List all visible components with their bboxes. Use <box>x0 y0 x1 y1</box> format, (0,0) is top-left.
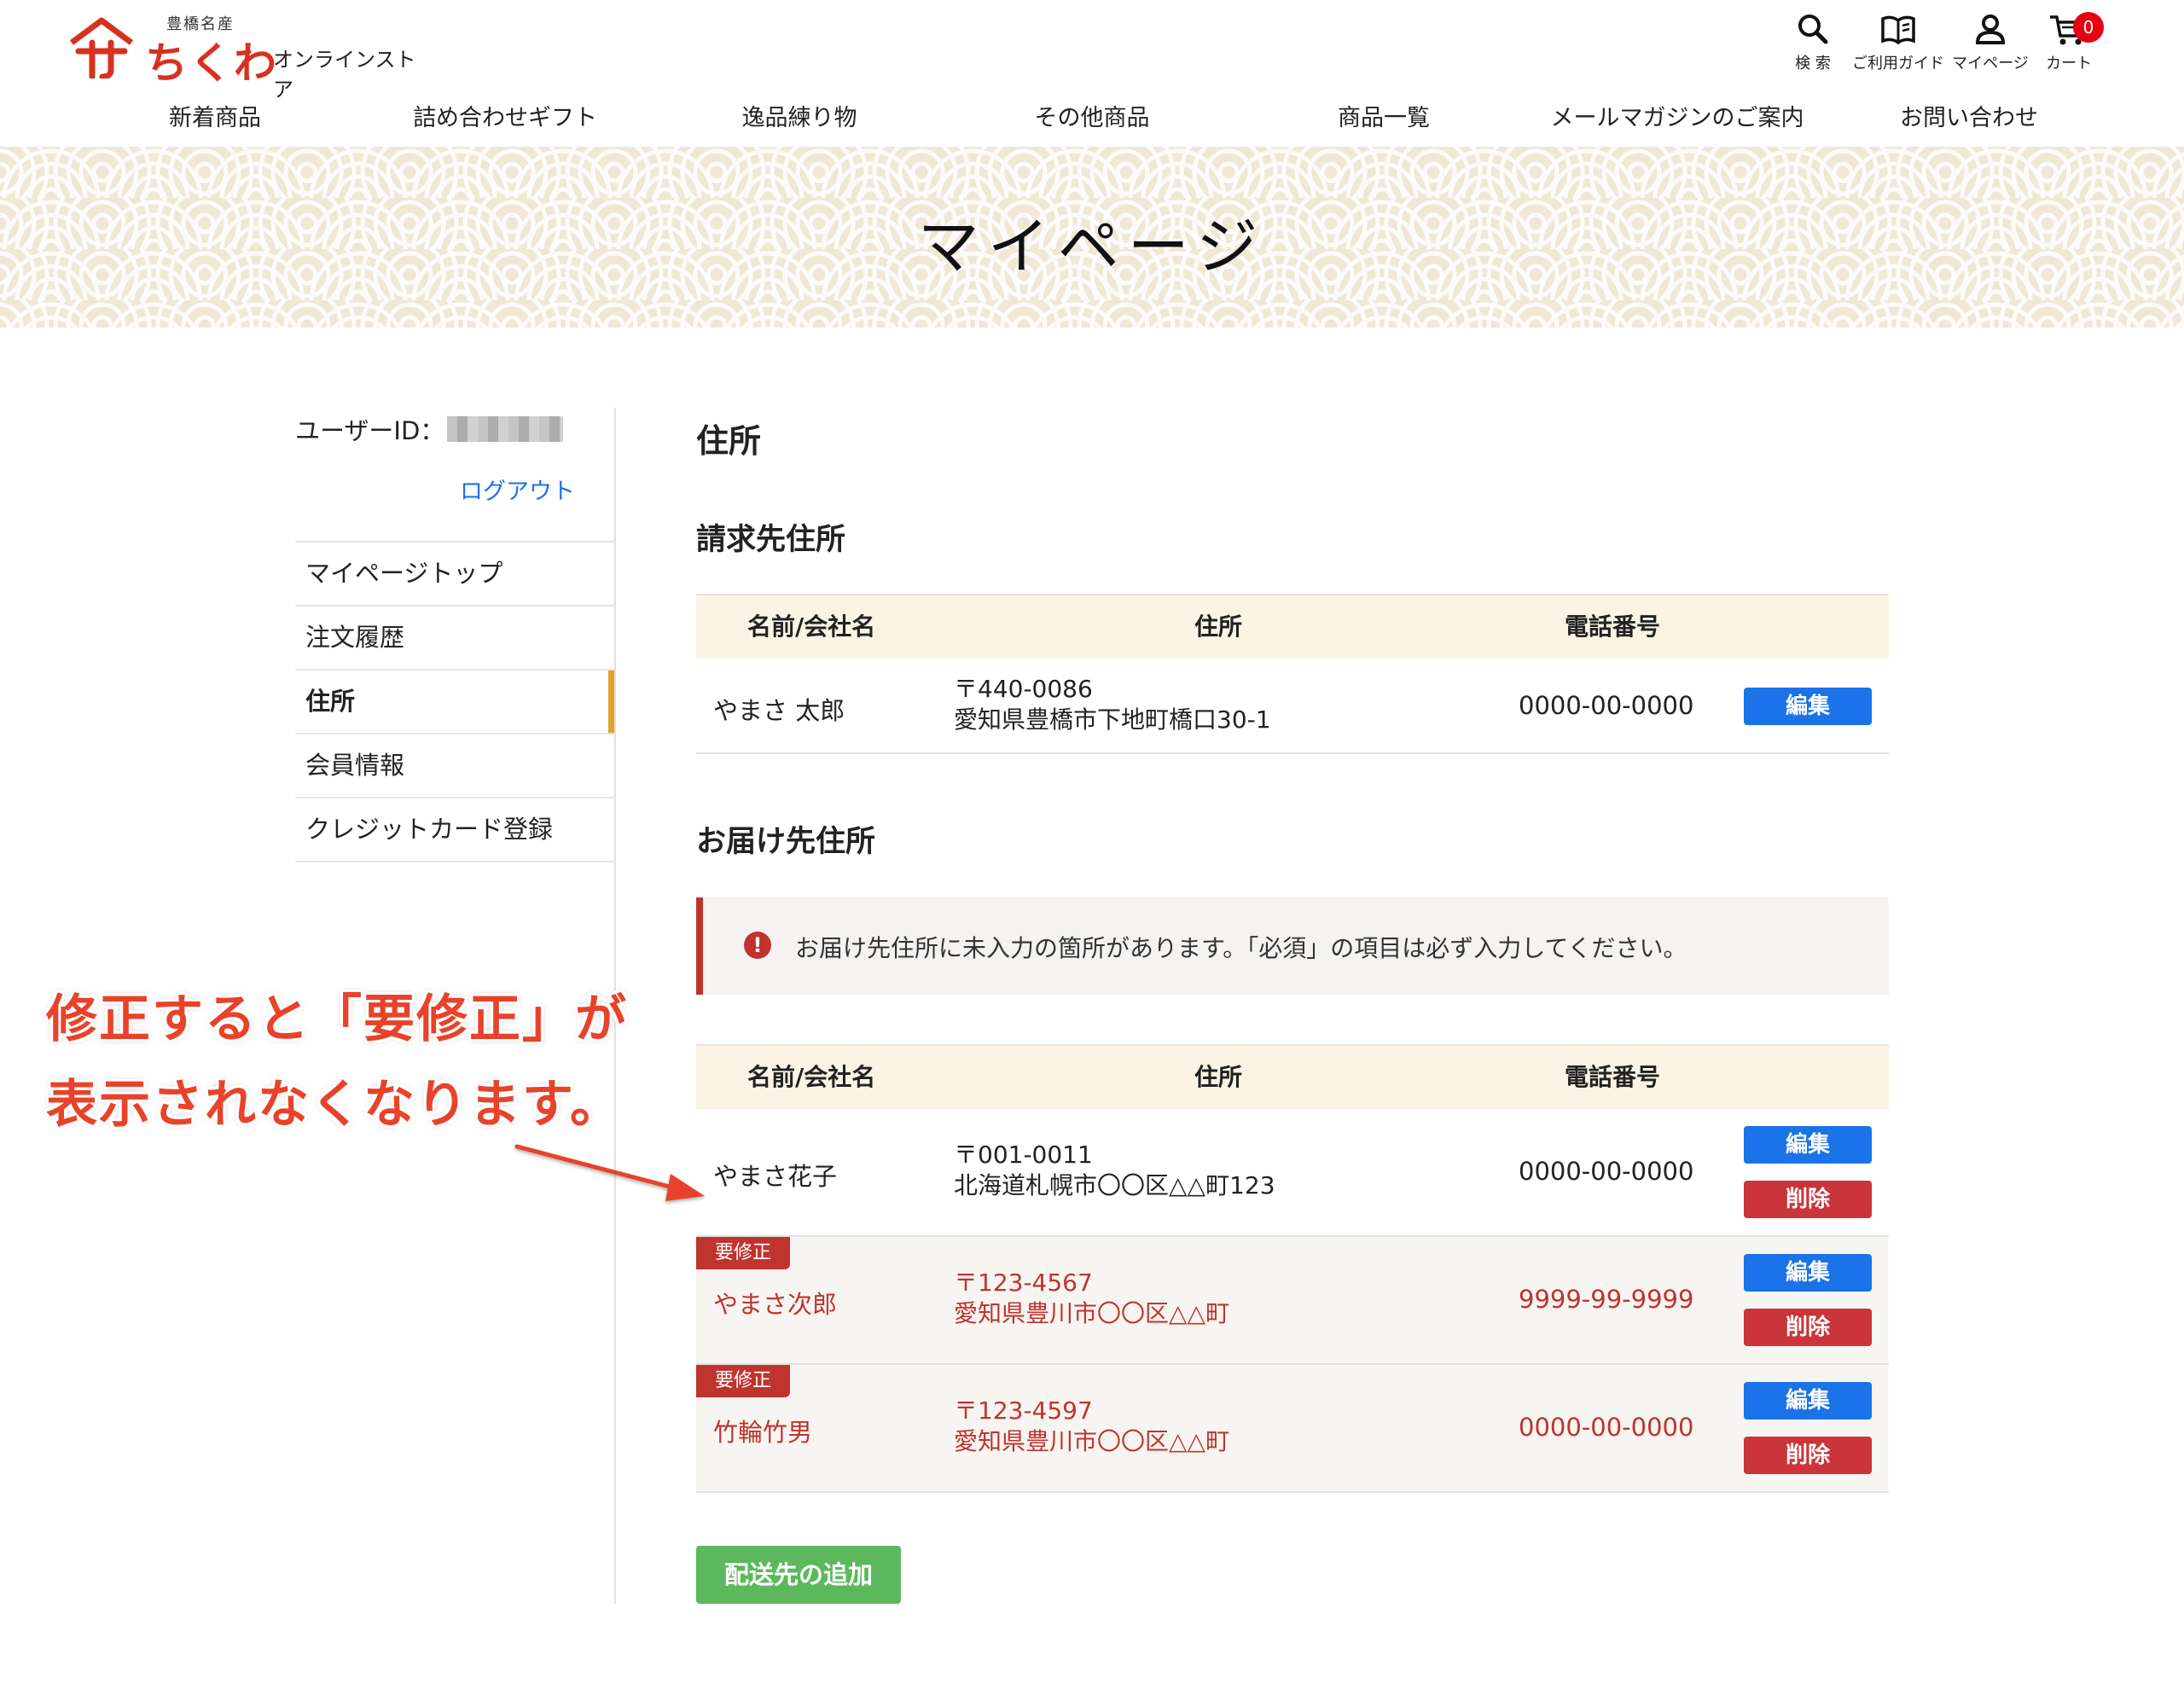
nav-gift-sets[interactable]: 詰め合わせギフト <box>358 99 652 132</box>
col-name: 名前/会社名 <box>747 613 876 641</box>
header-utilities: 検 索 ご利用ガイド マイページ 0 カート <box>1766 12 2124 80</box>
col-address: 住所 <box>1194 1063 1243 1091</box>
sidebar-item-order-history[interactable]: 注文履歴 <box>295 607 614 671</box>
shipping-address: 〒123-4567 愛知県豊川市〇〇区△△町 <box>954 1268 1229 1329</box>
shipping-name: 竹輪竹男 <box>713 1418 813 1447</box>
billing-row: やまさ 太郎 〒440-0086 愛知県豊橋市下地町橋口30-1 0000-00… <box>696 659 1889 754</box>
logo-wordmark: ちくわ <box>145 38 278 88</box>
site-header: 豊橋名産 ちくわ オンラインストア 検 索 ご利用ガイド マイページ 0 カート… <box>0 0 2184 147</box>
add-shipping-address-button[interactable]: 配送先の追加 <box>696 1546 901 1604</box>
page-banner: マイページ <box>0 147 2184 328</box>
alert-message: お届け先住所に未入力の箇所があります。「必須」の項目は必ず入力してください。 <box>795 934 1687 962</box>
shipping-address: 〒123-4597 愛知県豊川市〇〇区△△町 <box>954 1396 1229 1457</box>
guide-label: ご利用ガイド <box>1852 55 1944 73</box>
shipping-tel: 0000-00-0000 <box>1519 1157 1694 1186</box>
book-icon <box>1881 15 1915 45</box>
guide-button[interactable]: ご利用ガイド <box>1851 12 1945 73</box>
sidebar-item-address[interactable]: 住所 <box>295 671 614 734</box>
shipping-tel: 0000-00-0000 <box>1519 1413 1694 1442</box>
shipping-edit-button[interactable]: 編集 <box>1744 1254 1872 1292</box>
shipping-zip: 〒123-4567 <box>954 1269 1093 1297</box>
page-title: マイページ <box>917 211 1267 282</box>
nav-all-items[interactable]: 商品一覧 <box>1237 99 1531 132</box>
shipping-row: やまさ花子 〒001-0011 北海道札幌市〇〇区△△町123 0000-00-… <box>696 1109 1889 1237</box>
nav-premium[interactable]: 逸品練り物 <box>653 99 946 132</box>
shipping-delete-button[interactable]: 削除 <box>1744 1181 1872 1218</box>
userid-redacted <box>447 416 563 442</box>
billing-heading: 請求先住所 <box>696 523 846 557</box>
shipping-name: やまさ次郎 <box>713 1290 838 1319</box>
nav-newsletter[interactable]: メールマガジンのご案内 <box>1531 99 1824 132</box>
billing-name: やまさ 太郎 <box>713 696 845 725</box>
annotation-line-2: 表示されなくなります。 <box>46 1075 623 1135</box>
shipping-delete-button[interactable]: 削除 <box>1744 1437 1872 1474</box>
annotation-line-1: 修正すると「要修正」が <box>46 990 628 1049</box>
search-button[interactable]: 検 索 <box>1766 12 1860 73</box>
shipping-table-header: 名前/会社名 住所 電話番号 <box>696 1044 1889 1111</box>
shipping-tel: 9999-99-9999 <box>1519 1285 1694 1314</box>
billing-street: 愛知県豊橋市下地町橋口30-1 <box>954 705 1271 734</box>
site-logo[interactable]: 豊橋名産 ちくわ オンラインストア <box>68 12 427 102</box>
billing-table-header: 名前/会社名 住所 電話番号 <box>696 594 1889 660</box>
shipping-heading: お届け先住所 <box>696 825 876 859</box>
sidebar-item-member-info[interactable]: 会員情報 <box>295 734 614 798</box>
nav-other-items[interactable]: その他商品 <box>945 99 1239 132</box>
shipping-row-needs-fix: 要修正 竹輪竹男 〒123-4597 愛知県豊川市〇〇区△△町 0000-00-… <box>696 1365 1889 1493</box>
billing-address: 〒440-0086 愛知県豊橋市下地町橋口30-1 <box>954 674 1271 735</box>
user-icon <box>1975 15 2006 44</box>
col-tel: 電話番号 <box>1565 1063 1661 1091</box>
validation-alert: ! お届け先住所に未入力の箇所があります。「必須」の項目は必ず入力してください。 <box>696 897 1889 995</box>
section-title: 住所 <box>696 422 762 460</box>
billing-edit-button[interactable]: 編集 <box>1744 688 1872 725</box>
sidebar-menu: マイページトップ 注文履歴 住所 会員情報 クレジットカード登録 <box>295 541 614 862</box>
shipping-street: 愛知県豊川市〇〇区△△町 <box>954 1299 1230 1327</box>
cart-label: カート <box>2046 55 2092 73</box>
nav-contact[interactable]: お問い合わせ <box>1822 99 2116 132</box>
needs-fix-badge: 要修正 <box>696 1365 790 1397</box>
sidebar-item-credit-card[interactable]: クレジットカード登録 <box>295 798 614 862</box>
shipping-zip: 〒123-4597 <box>954 1396 1093 1425</box>
shipping-row-needs-fix: 要修正 やまさ次郎 〒123-4567 愛知県豊川市〇〇区△△町 9999-99… <box>696 1237 1889 1365</box>
global-nav: 新着商品 詰め合わせギフト 逸品練り物 その他商品 商品一覧 メールマガジンのご… <box>0 90 2184 145</box>
needs-fix-badge: 要修正 <box>696 1237 790 1269</box>
search-icon <box>1798 15 1828 44</box>
shipping-street: 北海道札幌市〇〇区△△町123 <box>954 1171 1275 1199</box>
cart-button[interactable]: 0 カート <box>2022 12 2116 73</box>
cart-count-badge: 0 <box>2073 12 2104 43</box>
col-address: 住所 <box>1194 613 1243 641</box>
col-tel: 電話番号 <box>1565 613 1661 641</box>
shipping-edit-button[interactable]: 編集 <box>1744 1382 1872 1420</box>
exclamation-icon: ! <box>744 932 771 959</box>
shipping-address: 〒001-0011 北海道札幌市〇〇区△△町123 <box>954 1140 1275 1201</box>
shipping-street: 愛知県豊川市〇〇区△△町 <box>954 1427 1230 1455</box>
shipping-edit-button[interactable]: 編集 <box>1744 1126 1872 1164</box>
sidebar-item-mypage-top[interactable]: マイページトップ <box>295 543 614 607</box>
shipping-zip: 〒001-0011 <box>954 1141 1093 1169</box>
nav-new-items[interactable]: 新着商品 <box>68 99 362 132</box>
annotation-arrow <box>514 1144 705 1201</box>
billing-tel: 0000-00-0000 <box>1519 691 1694 720</box>
logout-link[interactable]: ログアウト <box>460 473 575 506</box>
shipping-name: やまさ花子 <box>713 1162 838 1191</box>
shipping-delete-button[interactable]: 削除 <box>1744 1309 1872 1346</box>
search-label: 検 索 <box>1795 55 1831 73</box>
billing-zip: 〒440-0086 <box>954 675 1093 703</box>
userid-label: ユーザーID： <box>295 416 445 445</box>
logo-mark-icon <box>69 17 134 78</box>
col-name: 名前/会社名 <box>747 1063 876 1091</box>
